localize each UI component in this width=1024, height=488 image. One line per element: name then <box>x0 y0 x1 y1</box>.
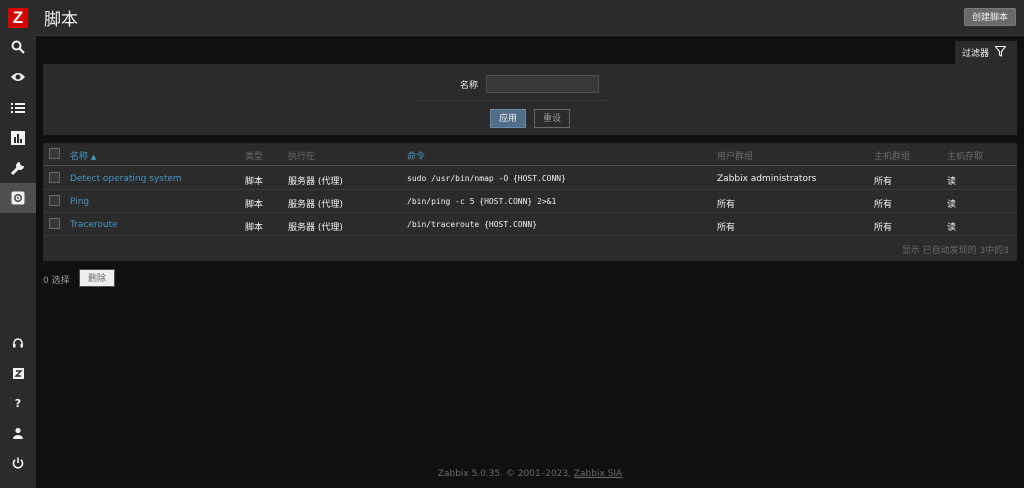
script-user-group: 所有 <box>717 223 736 233</box>
row-checkbox[interactable] <box>49 218 60 229</box>
script-command: sudo /usr/bin/nmap -O {HOST.CONN} <box>407 174 566 183</box>
script-command: /bin/ping -c 5 {HOST.CONN} 2>&1 <box>407 197 557 206</box>
filter-panel: 名称 应用 重设 <box>43 64 1017 135</box>
user-icon[interactable] <box>0 418 36 448</box>
filter-tab[interactable]: 过滤器 <box>955 41 1017 64</box>
filter-name-label: 名称 <box>460 81 479 91</box>
table-summary: 显示 已自动发现的 3中的3 <box>901 246 1009 256</box>
script-host-access: 读 <box>947 177 957 187</box>
zabbix-share-icon[interactable] <box>0 358 36 388</box>
power-icon[interactable] <box>0 448 36 478</box>
script-execute-on: 服务器 (代理) <box>288 223 343 233</box>
table-header: 名称 ▲ 类型 执行在 命令 用户群组 主机群组 主机存取 <box>43 143 1017 166</box>
filter-name-input[interactable] <box>486 75 599 93</box>
zabbix-logo[interactable]: Z <box>8 8 28 28</box>
footer-copyright: Zabbix 5.0.35. © 2001–2023, <box>437 469 574 479</box>
table-row: Traceroute 脚本 服务器 (代理) /bin/traceroute {… <box>43 213 1017 236</box>
filter-tab-label: 过滤器 <box>962 49 990 59</box>
row-checkbox[interactable] <box>49 195 60 206</box>
script-name-link[interactable]: Detect operating system <box>70 174 182 184</box>
column-host-access-header: 主机存取 <box>947 152 984 162</box>
scripts-table: 名称 ▲ 类型 执行在 命令 用户群组 主机群组 主机存取 Detect ope… <box>43 143 1017 261</box>
delete-button[interactable]: 删除 <box>79 269 115 287</box>
page-footer: Zabbix 5.0.35. © 2001–2023, Zabbix SIA <box>36 469 1024 479</box>
filter-divider <box>414 100 607 101</box>
script-host-access: 读 <box>947 223 957 233</box>
sidebar: Z ? <box>0 0 36 488</box>
script-execute-on: 服务器 (代理) <box>288 177 343 187</box>
column-user-group-header: 用户群组 <box>717 152 754 162</box>
script-command: /bin/traceroute {HOST.CONN} <box>407 220 538 229</box>
help-icon[interactable]: ? <box>0 388 36 418</box>
script-host-group: 所有 <box>874 223 893 233</box>
script-execute-on: 服务器 (代理) <box>288 200 343 210</box>
script-type: 脚本 <box>245 223 264 233</box>
table-row: Detect operating system 脚本 服务器 (代理) sudo… <box>43 167 1017 190</box>
wrench-icon[interactable] <box>0 153 36 183</box>
column-type-header: 类型 <box>245 152 264 162</box>
list-icon[interactable] <box>0 93 36 123</box>
reset-button[interactable]: 重设 <box>534 109 570 128</box>
selected-count: 0 选择 <box>43 276 70 286</box>
footer-company-link[interactable]: Zabbix SIA <box>574 469 622 479</box>
script-type: 脚本 <box>245 200 264 210</box>
gear-icon[interactable] <box>0 183 36 213</box>
eye-icon[interactable] <box>0 62 36 92</box>
script-user-group: 所有 <box>717 200 736 210</box>
filter-icon <box>994 45 1007 60</box>
create-script-button[interactable]: 创建脚本 <box>963 8 1016 26</box>
select-all-checkbox[interactable] <box>49 148 60 159</box>
script-name-link[interactable]: Traceroute <box>70 220 118 230</box>
table-row: Ping 脚本 服务器 (代理) /bin/ping -c 5 {HOST.CO… <box>43 190 1017 213</box>
page-header: 脚本 创建脚本 <box>36 0 1024 36</box>
chart-icon[interactable] <box>0 123 36 153</box>
sort-asc-icon: ▲ <box>90 153 97 161</box>
script-user-group: Zabbix administrators <box>717 174 817 184</box>
script-host-access: 读 <box>947 200 957 210</box>
page-title: 脚本 <box>44 10 78 30</box>
column-command-header[interactable]: 命令 <box>407 149 425 162</box>
script-host-group: 所有 <box>874 177 893 187</box>
column-execute-on-header: 执行在 <box>288 152 316 162</box>
apply-button[interactable]: 应用 <box>490 109 526 128</box>
support-icon[interactable] <box>0 328 36 358</box>
script-name-link[interactable]: Ping <box>70 197 89 207</box>
search-icon[interactable] <box>0 32 36 62</box>
column-host-group-header: 主机群组 <box>874 152 911 162</box>
row-checkbox[interactable] <box>49 172 60 183</box>
script-type: 脚本 <box>245 177 264 187</box>
column-name-header[interactable]: 名称 ▲ <box>70 149 96 162</box>
script-host-group: 所有 <box>874 200 893 210</box>
